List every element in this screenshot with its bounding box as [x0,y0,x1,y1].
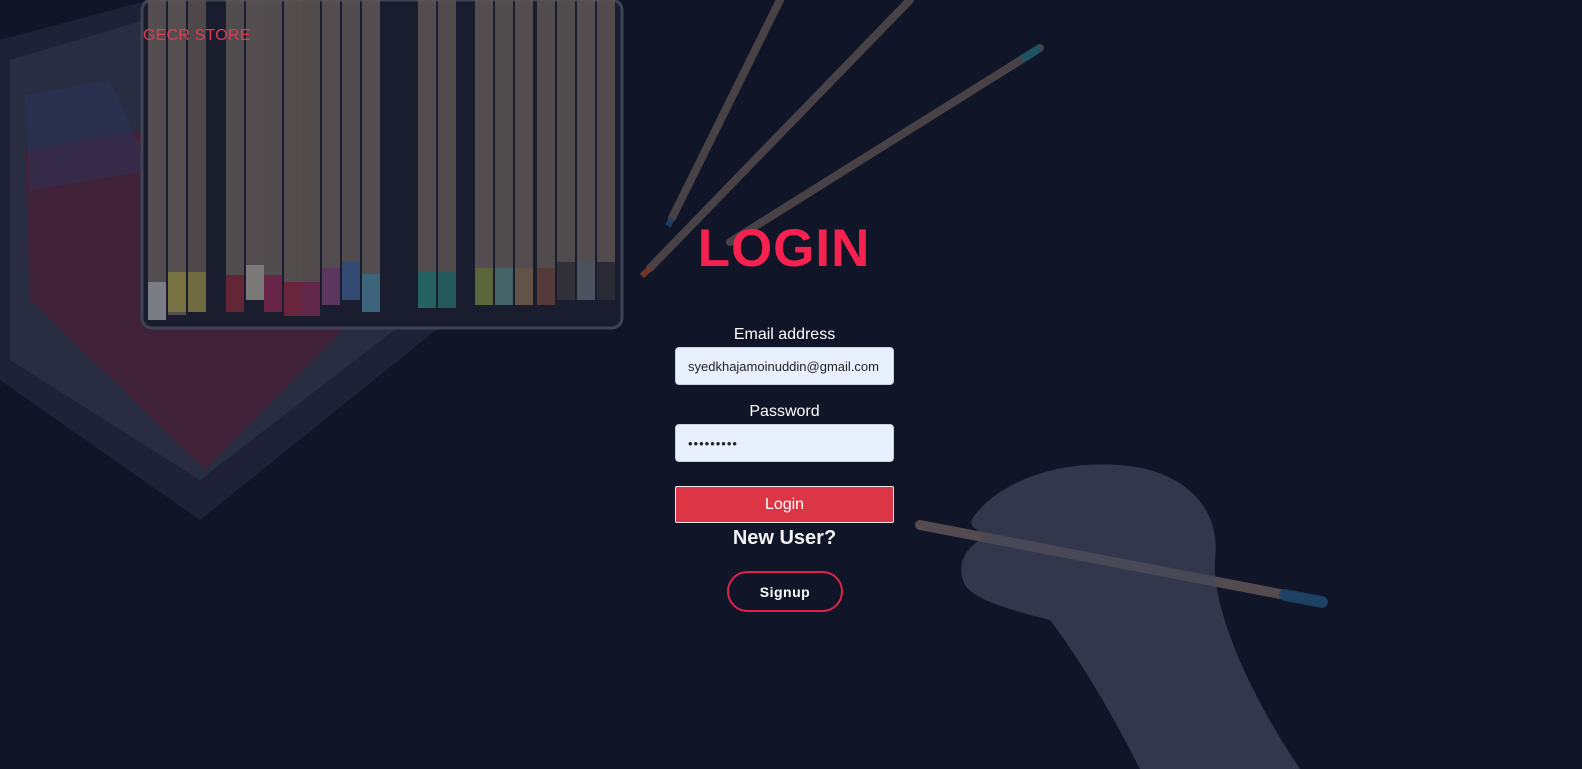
login-button[interactable]: Login [675,486,894,523]
password-field[interactable] [675,424,894,462]
page-title: LOGIN [697,219,871,278]
brand-logo-link[interactable]: GECR STORE [143,27,251,45]
password-group: Password [675,402,894,462]
email-label: Email address [733,326,836,343]
signup-button[interactable]: Signup [727,571,843,612]
login-page: GECR STORE LOGIN Email address Password … [0,0,1582,769]
email-field[interactable] [675,347,894,385]
password-label: Password [749,403,820,420]
email-group: Email address [675,325,894,385]
new-user-text: New User? [732,527,837,549]
